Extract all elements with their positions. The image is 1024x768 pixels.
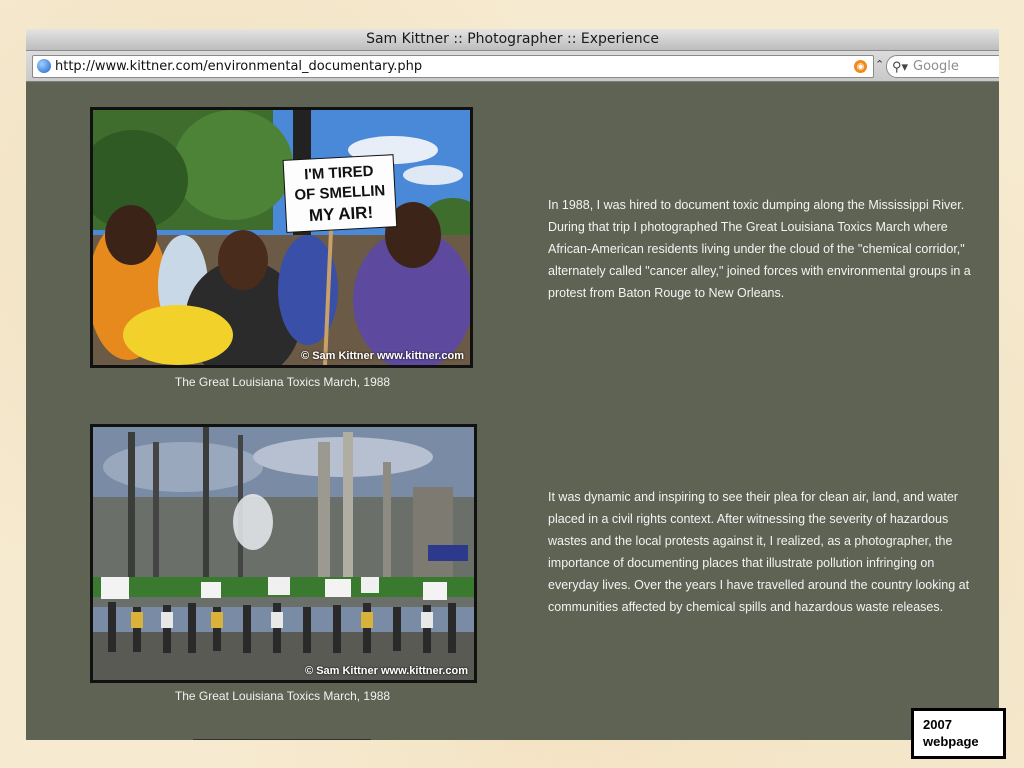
divider <box>193 739 371 740</box>
address-bar[interactable]: http://www.kittner.com/environmental_doc… <box>32 55 874 78</box>
search-input[interactable]: ⚲▾ Google <box>886 55 999 78</box>
photo-caption: The Great Louisiana Toxics March, 1988 <box>174 689 391 703</box>
protest-photo: I'M TIRED OF SMELLIN MY AIR! © Sam Kittn… <box>90 107 473 368</box>
window-title: Sam Kittner :: Photographer :: Experienc… <box>26 29 999 51</box>
badge-label: webpage <box>923 734 979 749</box>
toolbar: http://www.kittner.com/environmental_doc… <box>26 51 999 82</box>
protest-photo-image: I'M TIRED OF SMELLIN MY AIR! <box>93 110 470 365</box>
browser-window: Sam Kittner :: Photographer :: Experienc… <box>26 29 999 740</box>
rss-icon[interactable]: ◉ <box>854 60 867 73</box>
globe-icon <box>37 59 51 73</box>
svg-text:I'M TIRED: I'M TIRED <box>304 163 374 184</box>
photo-caption: The Great Louisiana Toxics March, 1988 <box>174 375 391 389</box>
year-badge: 2007 webpage <box>911 708 1006 759</box>
refinery-photo-image <box>93 427 474 680</box>
paragraph: It was dynamic and inspiring to see thei… <box>548 490 970 614</box>
page-content: I'M TIRED OF SMELLIN MY AIR! © Sam Kittn… <box>26 82 999 740</box>
search-placeholder: Google <box>913 59 959 74</box>
refinery-photo: © Sam Kittner www.kittner.com <box>90 424 477 683</box>
photo-credit: © Sam Kittner www.kittner.com <box>301 350 464 362</box>
paragraph: In 1988, I was hired to document toxic d… <box>548 198 971 300</box>
svg-text:MY AIR!: MY AIR! <box>308 203 373 225</box>
chevron-up-icon[interactable]: ⌃ <box>875 55 884 76</box>
url-text: http://www.kittner.com/environmental_doc… <box>55 59 423 74</box>
badge-year: 2007 <box>923 717 952 732</box>
search-icon[interactable]: ⚲▾ <box>892 56 908 77</box>
photo-credit: © Sam Kittner www.kittner.com <box>305 665 468 677</box>
